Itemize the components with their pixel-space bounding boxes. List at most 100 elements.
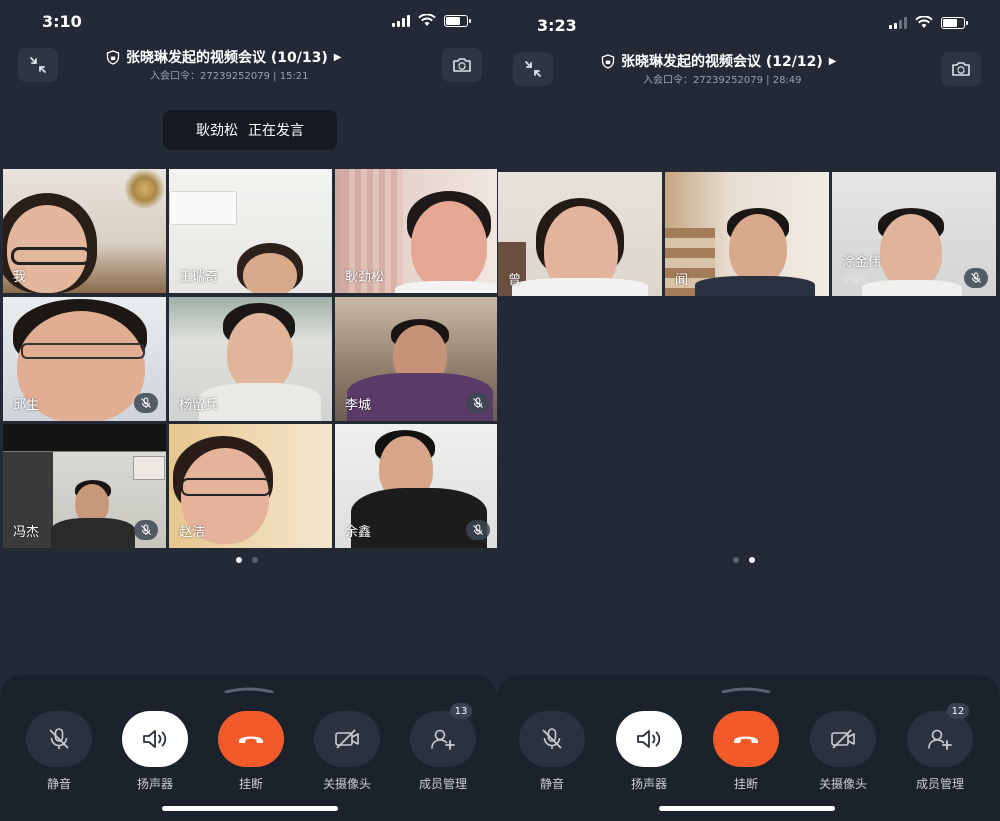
speaker-label: 扬声器: [630, 777, 667, 791]
speaker-button[interactable]: [616, 711, 682, 767]
control-panel: 静音 扬声器 挂断 关摄像头 12 成员管理: [497, 675, 1000, 821]
minimize-icon: [525, 61, 541, 77]
signal-icon: [889, 16, 907, 29]
muted-badge: [134, 393, 158, 413]
video-tile[interactable]: 冯杰: [3, 424, 166, 548]
camera-control[interactable]: 关摄像头: [312, 711, 382, 792]
page-indicator[interactable]: [733, 557, 755, 563]
status-icons: [889, 16, 968, 29]
camera-off-icon: [831, 729, 855, 749]
camera-off-label: 关摄像头: [322, 777, 371, 791]
minimize-button[interactable]: [513, 52, 553, 86]
meeting-title: 张晓琳发起的视频会议 (10/13): [126, 50, 328, 66]
camera-control[interactable]: 关摄像头: [808, 711, 878, 792]
participant-name: 涂金伟: [842, 255, 882, 270]
page-dot-2[interactable]: [749, 557, 755, 563]
expand-arrow-icon: ▶: [333, 51, 342, 63]
home-indicator[interactable]: [659, 806, 835, 811]
mute-button[interactable]: [26, 711, 92, 767]
page-indicator[interactable]: [236, 557, 258, 563]
mute-control[interactable]: 静音: [24, 711, 94, 792]
drawer-handle-icon[interactable]: [224, 687, 274, 693]
participant-name: 余鑫: [345, 525, 372, 540]
muted-badge: [466, 520, 490, 540]
mic-off-icon: [141, 397, 151, 408]
speaker-button[interactable]: [122, 711, 188, 767]
speaker-icon: [143, 730, 167, 748]
video-tile[interactable]: 王瑞奇: [169, 169, 332, 293]
speaker-control[interactable]: 扬声器: [120, 711, 190, 792]
participant-name: 耿劲松: [345, 270, 385, 285]
video-tile[interactable]: 余鑫: [335, 424, 497, 548]
member-add-icon: [431, 729, 455, 750]
drawer-handle-icon[interactable]: [721, 687, 771, 693]
mute-label: 静音: [46, 777, 71, 791]
shield-lock-icon: [601, 53, 615, 69]
video-tile[interactable]: 李城: [335, 297, 497, 421]
members-button[interactable]: 12: [907, 703, 973, 767]
video-tile[interactable]: 我: [3, 169, 166, 293]
video-tile[interactable]: 涂金伟 安徽师: [832, 172, 996, 296]
hangup-button[interactable]: [218, 711, 284, 767]
member-add-icon: [928, 729, 952, 750]
participant-name: 冯杰: [13, 525, 40, 540]
active-speaker-banner: 耿劲松 正在发言: [163, 110, 337, 150]
camera-off-button[interactable]: [314, 711, 380, 767]
participant-org: 安徽师: [842, 276, 870, 286]
video-tile[interactable]: 闻: [665, 172, 829, 296]
hangup-control[interactable]: 挂断: [711, 711, 781, 792]
flip-camera-button[interactable]: [442, 48, 482, 82]
wifi-icon: [418, 14, 436, 26]
meeting-title: 张晓琳发起的视频会议 (12/12): [621, 54, 823, 70]
control-panel: 静音 扬声器 挂断 关摄像头 13 成员管理: [0, 675, 497, 821]
page-dot-2[interactable]: [252, 557, 258, 563]
status-icons: [392, 14, 471, 27]
video-tile[interactable]: 邱生: [3, 297, 166, 421]
participant-name: 杨留兵: [179, 398, 219, 413]
mic-off-icon: [473, 524, 483, 535]
member-count-badge: 13: [450, 703, 472, 719]
hangup-control[interactable]: 挂断: [216, 711, 286, 792]
members-control[interactable]: 13 成员管理: [408, 703, 478, 792]
expand-arrow-icon: ▶: [828, 55, 837, 67]
speaker-control[interactable]: 扬声器: [614, 711, 684, 792]
mic-off-icon: [971, 272, 981, 283]
camera-off-icon: [335, 729, 359, 749]
battery-icon: [444, 14, 471, 27]
flip-camera-button[interactable]: [941, 52, 981, 86]
mic-off-icon: [473, 397, 483, 408]
meeting-title-row[interactable]: 张晓琳发起的视频会议 (12/12) ▶: [601, 51, 836, 71]
mute-control[interactable]: 静音: [517, 711, 587, 792]
mic-off-icon: [141, 524, 151, 535]
page-dot-1[interactable]: [733, 557, 739, 563]
video-tile[interactable]: 赵洁: [169, 424, 332, 548]
members-button[interactable]: 13: [410, 703, 476, 767]
meeting-info: 入会口令：27239252079 | 15:21: [150, 71, 309, 82]
muted-badge: [134, 520, 158, 540]
flip-camera-icon: [453, 58, 471, 72]
participant-name: 邱生: [13, 398, 40, 413]
home-indicator[interactable]: [162, 806, 338, 811]
page-dot-1[interactable]: [236, 557, 242, 563]
participant-name: 闻: [675, 273, 689, 288]
minimize-button[interactable]: [18, 48, 58, 82]
video-tile[interactable]: 杨留兵: [169, 297, 332, 421]
participant-name: 我: [13, 270, 27, 285]
status-time: 3:23: [537, 16, 577, 35]
camera-off-button[interactable]: [810, 711, 876, 767]
hangup-icon: [734, 736, 758, 743]
video-tile[interactable]: 曾: [498, 172, 662, 296]
meeting-title-row[interactable]: 张晓琳发起的视频会议 (10/13) ▶: [106, 47, 341, 67]
mute-button[interactable]: [519, 711, 585, 767]
video-tile-active[interactable]: 耿劲松: [335, 169, 497, 293]
signal-icon: [392, 14, 410, 27]
mic-off-icon: [49, 728, 69, 749]
speaker-label: 扬声器: [136, 777, 173, 791]
member-count-badge: 12: [947, 703, 969, 719]
left-phone-screen: 3:10 张晓琳发起的视频会议 (10/13) ▶ 入会口令：272392520…: [0, 0, 497, 821]
hangup-button[interactable]: [713, 711, 779, 767]
status-time: 3:10: [42, 12, 82, 31]
hangup-icon: [239, 736, 263, 743]
shield-lock-icon: [106, 49, 120, 65]
members-control[interactable]: 12 成员管理: [905, 703, 975, 792]
